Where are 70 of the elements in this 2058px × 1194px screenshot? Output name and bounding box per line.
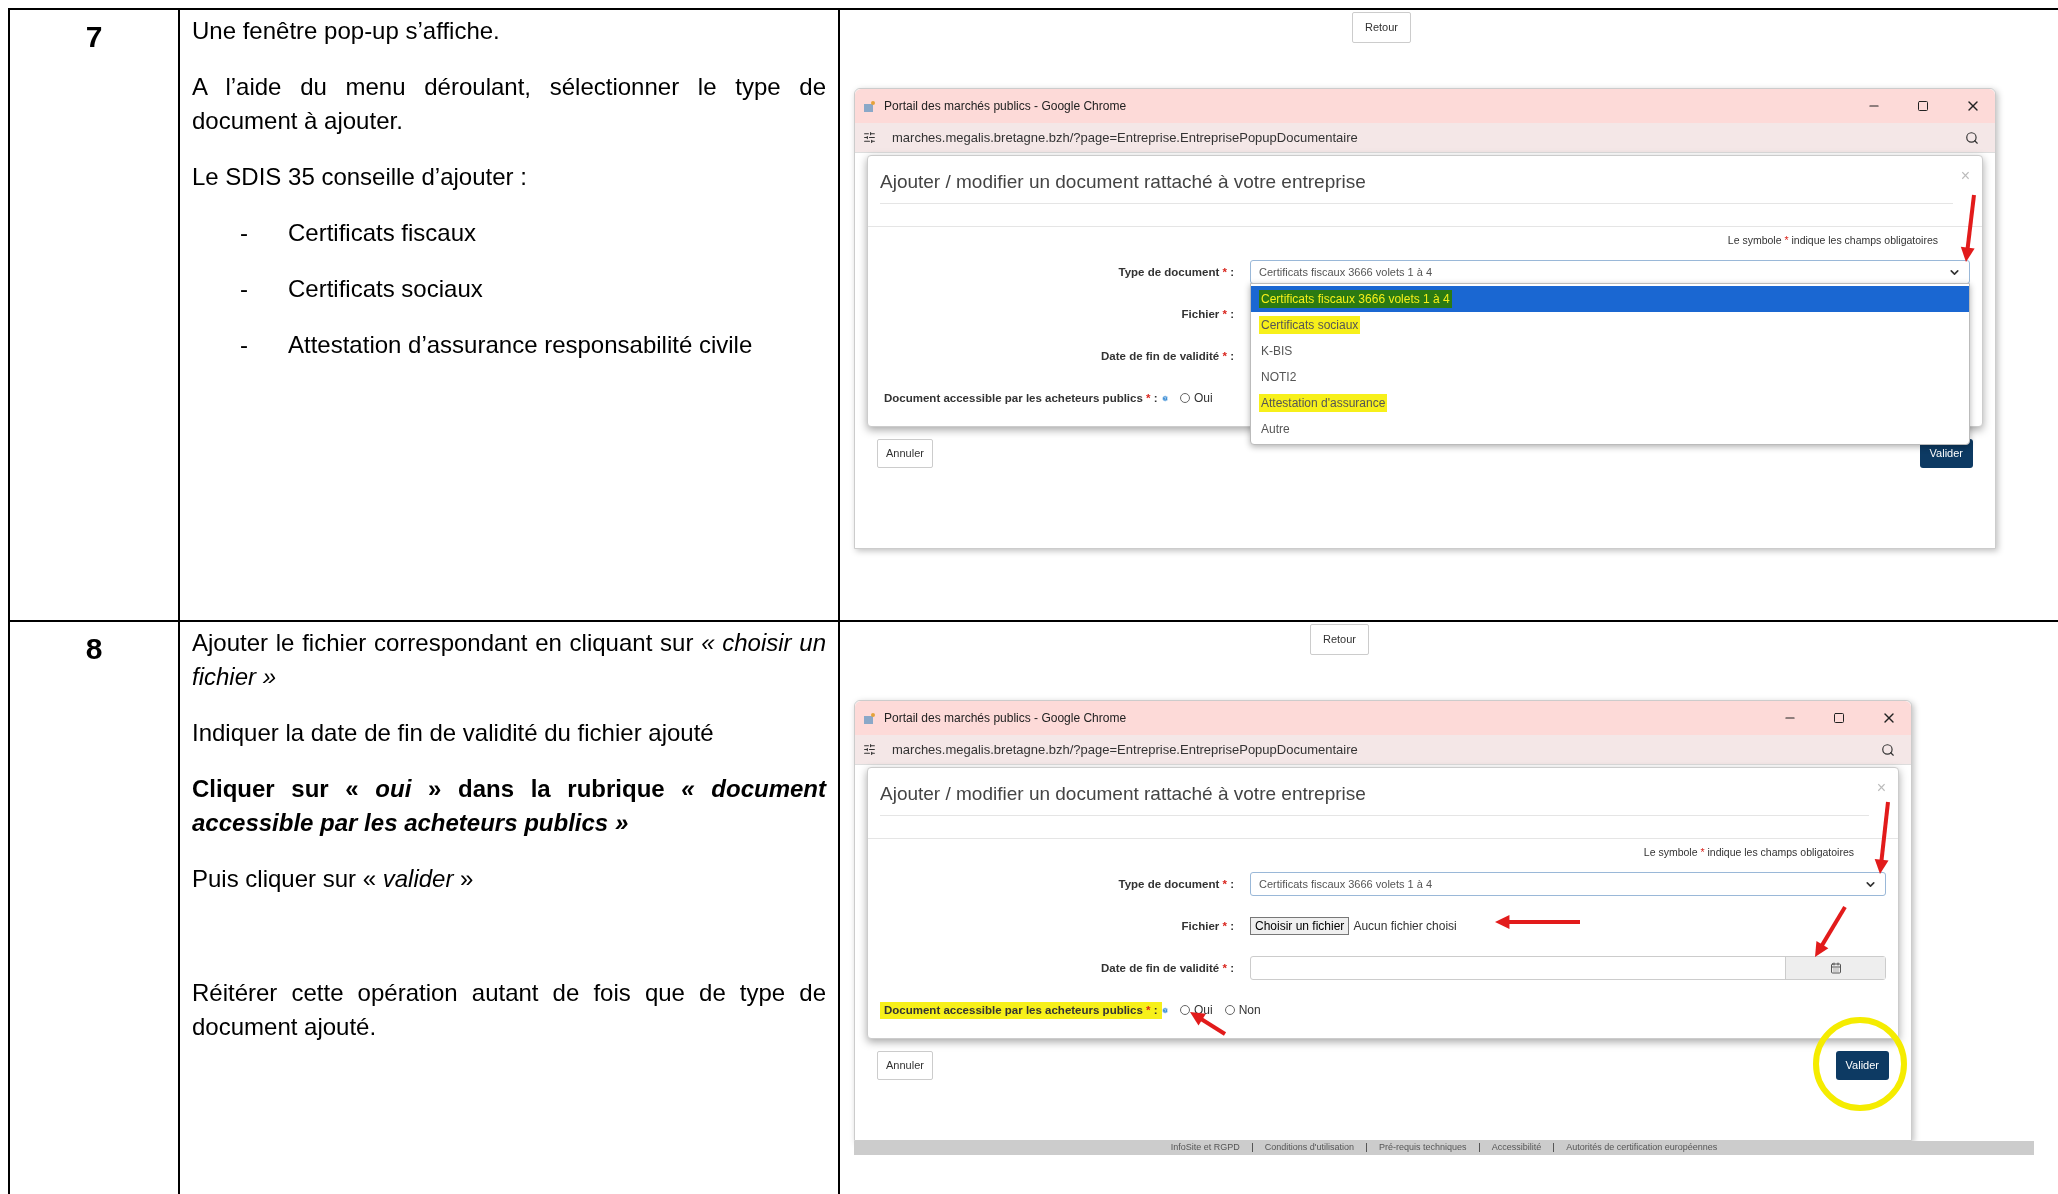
bullet-text: Certificats sociaux: [288, 274, 483, 304]
annotation-arrow: [1960, 194, 1976, 262]
help-icon: [1161, 1004, 1168, 1016]
dropdown-option[interactable]: Certificats sociaux: [1251, 312, 1969, 338]
maximize-icon[interactable]: [1833, 712, 1845, 724]
field-label: Date de fin de validité * :: [1100, 960, 1235, 976]
cancel-button[interactable]: Annuler: [877, 1051, 933, 1080]
step-number: 8: [85, 631, 103, 667]
zoom-icon[interactable]: [1881, 742, 1895, 757]
radio-option[interactable]: Oui: [1180, 1001, 1213, 1020]
instruction-text: Puis cliquer sur « valider »: [192, 865, 474, 892]
field-label: Type de document * :: [1117, 876, 1235, 892]
step-number: 7: [85, 19, 103, 55]
bullet-text: Certificats fiscaux: [288, 218, 477, 248]
instruction-text: Ajouter le fichier correspondant en cliquant sur « choisir un fichier »: [192, 629, 826, 690]
maximize-icon[interactable]: [1917, 100, 1929, 112]
footer-link[interactable]: Accessibilité: [1478, 1143, 1554, 1153]
footer-link[interactable]: Pré-requis techniques: [1366, 1143, 1479, 1153]
field-label: Date de fin de validité * :: [1100, 348, 1235, 364]
url-text: marches.megalis.bretagne.bzh/?page=Entreprise.EntreprisePopupDocumentaire: [892, 740, 1359, 759]
site-settings-icon[interactable]: [863, 743, 876, 756]
dialog-title: Ajouter / modifier un document rattaché à votre entreprise: [880, 780, 1869, 816]
submit-button[interactable]: Valider: [1835, 1051, 1889, 1080]
file-status: Aucun fichier choisi: [1353, 918, 1457, 936]
dash-marker: -: [240, 218, 249, 248]
radio-option[interactable]: Non: [1224, 1001, 1261, 1020]
calendar-icon: [1829, 962, 1842, 975]
dash-marker: -: [240, 330, 249, 360]
required-fields-note: Le symbole * indique les champs obligatoires: [1727, 232, 1938, 248]
app-icon: [863, 711, 876, 725]
instruction-text: Cliquer sur « oui » dans la rubrique « document accessible par les acheteurs publics »: [192, 775, 826, 836]
back-button[interactable]: Retour: [1352, 12, 1412, 43]
app-icon: [863, 99, 876, 113]
instruction-text: A l’aide du menu déroulant, sélectionner le type de document à ajouter.: [192, 73, 826, 134]
instruction-text: Indiquer la date de fin de validité du fichier ajouté: [192, 719, 714, 746]
bullet-text: Attestation d’assurance responsabilité civile: [288, 330, 753, 360]
dropdown-option[interactable]: K-BIS: [1251, 338, 1969, 364]
instruction-text: Le SDIS 35 conseille d’ajouter :: [192, 163, 527, 190]
field-label: Document accessible par les acheteurs publics * :: [883, 390, 1159, 406]
zoom-icon[interactable]: [1965, 130, 1979, 145]
document-type-select[interactable]: Certificats fiscaux 3666 volets 1 à 4: [1250, 872, 1886, 897]
dialog-title: Ajouter / modifier un document rattaché à votre entreprise: [880, 168, 1953, 204]
footer-link[interactable]: Autorités de certification européennes: [1553, 1143, 1730, 1153]
field-label: Document accessible par les acheteurs publics * :: [880, 1001, 1162, 1019]
instruction-text: Réitérer cette opération autant de fois que de type de document ajouté.: [192, 979, 826, 1040]
field-label: Type de document * :: [1117, 264, 1235, 280]
window-title: Portail des marchés publics - Google Chrome: [884, 710, 1128, 727]
annotation-arrow: [1815, 905, 1847, 957]
date-input[interactable]: [1250, 956, 1886, 981]
dropdown-option[interactable]: Certificats fiscaux 3666 volets 1 à 4: [1251, 286, 1969, 312]
instruction-text: Une fenêtre pop-up s’affiche.: [192, 17, 500, 44]
radio-option[interactable]: Oui: [1180, 389, 1213, 408]
document-type-select[interactable]: Certificats fiscaux 3666 volets 1 à 4: [1250, 260, 1970, 285]
dropdown-option[interactable]: NOTI2: [1251, 364, 1969, 390]
help-icon: [1161, 392, 1168, 404]
site-settings-icon[interactable]: [863, 131, 876, 144]
field-label: Fichier * :: [1180, 918, 1235, 934]
url-text: marches.megalis.bretagne.bzh/?page=Entreprise.EntreprisePopupDocumentaire: [892, 128, 1359, 147]
required-fields-note: Le symbole * indique les champs obligatoires: [1643, 844, 1854, 860]
back-button[interactable]: Retour: [1310, 624, 1370, 655]
annotation-arrow: [1190, 1012, 1227, 1036]
footer-link[interactable]: InfoSite et RGPD: [1158, 1143, 1252, 1153]
footer-link[interactable]: Conditions d'utilisation: [1251, 1143, 1367, 1153]
field-label: Fichier * :: [1180, 306, 1235, 322]
dash-marker: -: [240, 274, 249, 304]
dropdown-option[interactable]: Attestation d'assurance: [1251, 390, 1969, 416]
cancel-button[interactable]: Annuler: [877, 439, 933, 468]
choose-file-button[interactable]: Choisir un fichier: [1250, 917, 1350, 936]
window-title: Portail des marchés publics - Google Chrome: [884, 98, 1128, 115]
dropdown-option[interactable]: Autre: [1251, 416, 1969, 442]
